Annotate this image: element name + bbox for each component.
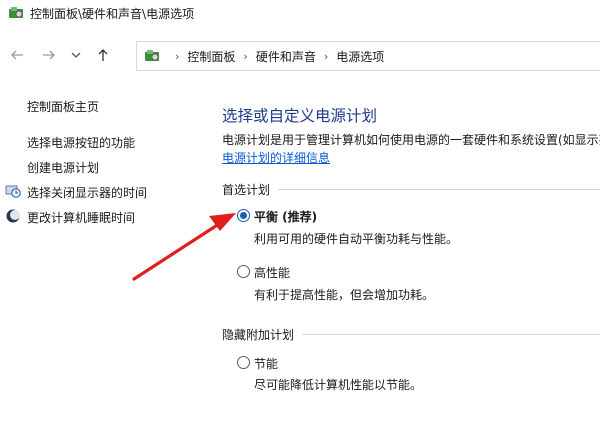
control-panel-icon bbox=[145, 50, 159, 61]
sidebar-home-link[interactable]: 控制面板主页 bbox=[27, 98, 99, 115]
hidden-plans-heading: 隐藏附加计划 bbox=[222, 328, 295, 342]
power-plan-details-link[interactable]: 电源计划的详细信息 bbox=[222, 149, 330, 166]
address-bar[interactable]: › 控制面板 › 硬件和声音 › 电源选项 bbox=[136, 41, 600, 71]
arrow-up-icon bbox=[98, 49, 108, 61]
monitor-clock-icon bbox=[5, 185, 21, 198]
breadcrumb-hardware-sound[interactable]: 硬件和声音 bbox=[256, 48, 316, 65]
back-button[interactable] bbox=[2, 40, 32, 70]
sidebar-item-power-buttons[interactable]: 选择电源按钮的功能 bbox=[27, 134, 135, 151]
plan-desc-high-performance: 有利于提高性能，但会增加功耗。 bbox=[254, 288, 435, 302]
preferred-plans-heading: 首选计划 bbox=[222, 183, 271, 197]
breadcrumb-control-panel[interactable]: 控制面板 bbox=[187, 48, 235, 65]
window-title: 控制面板\硬件和声音\电源选项 bbox=[30, 6, 195, 21]
sidebar-item-create-plan[interactable]: 创建电源计划 bbox=[27, 159, 99, 176]
sidebar-item-display-off[interactable]: 选择关闭显示器的时间 bbox=[27, 184, 147, 201]
up-button[interactable] bbox=[88, 40, 118, 70]
breadcrumb-separator[interactable]: › bbox=[324, 50, 328, 63]
navigation-bar: › 控制面板 › 硬件和声音 › 电源选项 bbox=[0, 38, 600, 72]
title-bar: 控制面板\硬件和声音\电源选项 bbox=[0, 0, 600, 26]
section-divider bbox=[302, 334, 600, 335]
plan-name-high-performance[interactable]: 高性能 bbox=[254, 264, 290, 281]
plan-desc-power-saver: 尽可能降低计算机性能以节能。 bbox=[254, 378, 423, 392]
page-title: 选择或自定义电源计划 bbox=[222, 107, 378, 125]
control-panel-icon bbox=[9, 7, 23, 18]
plan-radio-high-performance[interactable] bbox=[237, 265, 250, 278]
plan-name-balanced[interactable]: 平衡 (推荐) bbox=[254, 208, 317, 225]
plan-radio-balanced[interactable] bbox=[237, 209, 250, 222]
arrow-right-icon bbox=[43, 50, 55, 60]
breadcrumb-power-options[interactable]: 电源选项 bbox=[336, 48, 384, 65]
moon-icon bbox=[6, 209, 20, 223]
sidebar-item-sleep-time[interactable]: 更改计算机睡眠时间 bbox=[27, 209, 135, 226]
plan-desc-balanced: 利用可用的硬件自动平衡功耗与性能。 bbox=[254, 232, 459, 246]
forward-button[interactable] bbox=[34, 40, 64, 70]
section-divider bbox=[278, 189, 600, 190]
breadcrumb-separator[interactable]: › bbox=[243, 50, 247, 63]
arrow-left-icon bbox=[11, 50, 23, 60]
plan-name-power-saver[interactable]: 节能 bbox=[254, 355, 278, 372]
page-description: 电源计划是用于管理计算机如何使用电源的一套硬件和系统设置(如显示亮 bbox=[222, 133, 600, 147]
recent-locations-button[interactable] bbox=[66, 40, 86, 70]
plan-radio-power-saver[interactable] bbox=[237, 356, 250, 369]
chevron-down-icon bbox=[71, 52, 81, 58]
breadcrumb-separator[interactable]: › bbox=[175, 50, 179, 63]
